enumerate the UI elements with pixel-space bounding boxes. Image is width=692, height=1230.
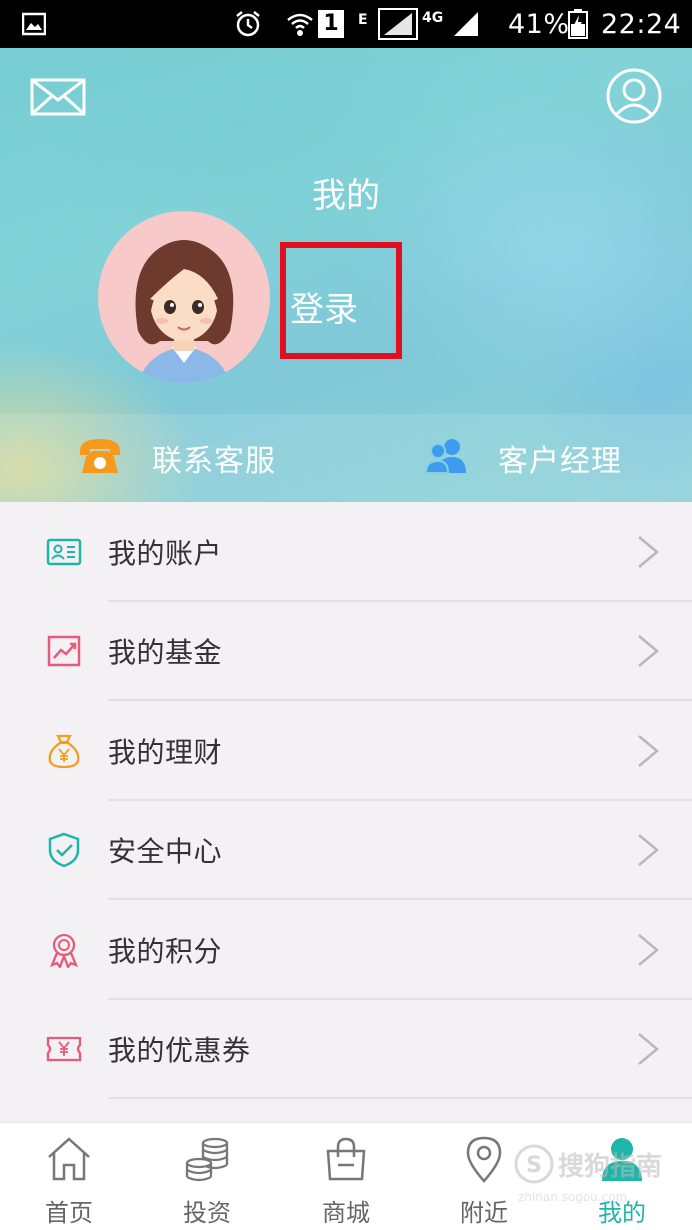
- contact-bar: 联系客服 客户经理: [0, 414, 692, 502]
- tab-mall[interactable]: 商城: [286, 1123, 406, 1230]
- tab-label: 首页: [45, 1199, 93, 1227]
- chevron-right-icon: [636, 832, 660, 868]
- coupon-icon: [46, 1031, 82, 1067]
- menu-item-label: 我的理财: [108, 735, 223, 769]
- tab-home[interactable]: 首页: [9, 1123, 129, 1230]
- status-bar: 1 E 4G 41% 22:24: [0, 0, 692, 48]
- signal-icon-2: [452, 0, 480, 48]
- tab-label: 商城: [322, 1199, 370, 1227]
- tab-label: 投资: [183, 1199, 231, 1227]
- menu-list: 我的账户 我的基金 我的理财 安全中心 我的积分 我的优惠券: [0, 502, 692, 1099]
- chevron-right-icon: [636, 534, 660, 570]
- account-manager-label: 客户经理: [498, 444, 622, 479]
- user-icon: [598, 1135, 646, 1183]
- menu-item-label: 安全中心: [108, 835, 223, 869]
- tab-mine[interactable]: 我的: [562, 1123, 682, 1230]
- contact-service-label: 联系客服: [152, 444, 276, 479]
- clock-time: 22:24: [601, 8, 682, 40]
- network-type-label: E: [358, 12, 368, 28]
- chevron-right-icon: [636, 633, 660, 669]
- login-link[interactable]: 登录: [290, 282, 358, 331]
- id-card-icon: [46, 534, 82, 570]
- award-ribbon-icon: [46, 932, 82, 970]
- coins-icon: [183, 1135, 231, 1183]
- money-bag-icon: [46, 733, 82, 769]
- mail-icon[interactable]: [30, 78, 86, 116]
- chart-trend-icon: [46, 633, 82, 669]
- signal-icon: [378, 0, 418, 48]
- menu-item-security-center[interactable]: 安全中心: [0, 801, 692, 900]
- menu-item-my-wealth[interactable]: 我的理财: [0, 701, 692, 801]
- tab-invest[interactable]: 投资: [147, 1123, 267, 1230]
- menu-item-my-account[interactable]: 我的账户: [0, 502, 692, 602]
- people-icon: [424, 437, 468, 479]
- network-type-4g-label: 4G: [422, 10, 444, 26]
- account-manager-button[interactable]: 客户经理: [424, 414, 622, 502]
- tab-label: 附近: [460, 1199, 508, 1227]
- menu-item-label: 我的账户: [108, 536, 223, 570]
- menu-item-label: 我的优惠券: [108, 1034, 251, 1068]
- divider: [108, 1097, 692, 1099]
- battery-icon: [568, 0, 588, 48]
- contact-service-button[interactable]: 联系客服: [78, 414, 276, 502]
- chevron-right-icon: [636, 733, 660, 769]
- shopping-bag-icon: [322, 1135, 370, 1183]
- sim-badge: 1: [318, 0, 344, 48]
- tab-label: 我的: [598, 1199, 646, 1227]
- alarm-icon: [234, 0, 262, 48]
- wifi-icon: [286, 0, 314, 48]
- avatar[interactable]: [98, 211, 270, 383]
- menu-item-label: 我的基金: [108, 636, 223, 670]
- tab-nearby[interactable]: 附近: [424, 1123, 544, 1230]
- shield-check-icon: [46, 832, 82, 868]
- menu-item-my-fund[interactable]: 我的基金: [0, 602, 692, 701]
- menu-item-my-points[interactable]: 我的积分: [0, 900, 692, 1000]
- telephone-icon: [78, 437, 122, 479]
- gallery-icon: [22, 0, 46, 48]
- menu-item-label: 我的积分: [108, 934, 223, 968]
- chevron-right-icon: [636, 1031, 660, 1067]
- bottom-nav: 首页 投资 商城 附近 我的: [0, 1122, 692, 1230]
- user-profile-icon[interactable]: [606, 68, 662, 124]
- battery-percent: 41%: [508, 8, 570, 40]
- menu-item-my-coupons[interactable]: 我的优惠券: [0, 1000, 692, 1099]
- chevron-right-icon: [636, 932, 660, 968]
- profile-header: 我的 登录 联系客服 客户经理: [0, 48, 692, 502]
- home-icon: [45, 1135, 93, 1183]
- location-pin-icon: [460, 1135, 508, 1183]
- page-title: 我的: [312, 176, 380, 216]
